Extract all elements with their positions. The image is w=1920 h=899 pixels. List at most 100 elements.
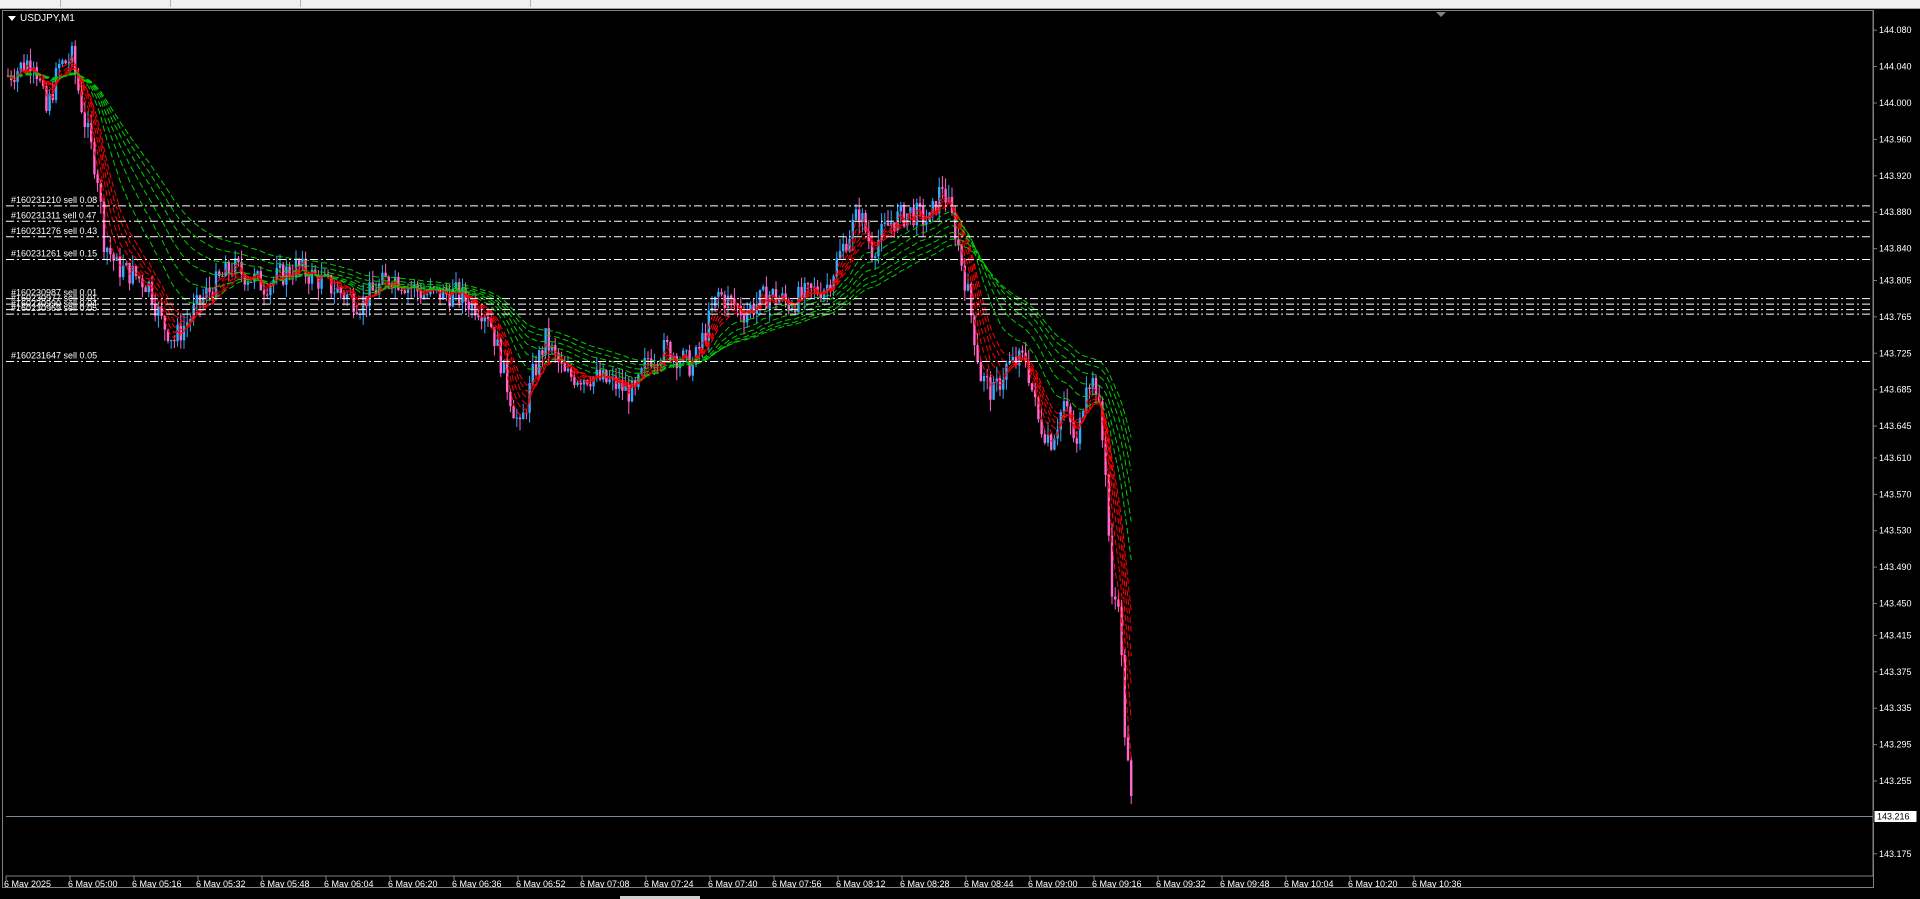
candle-body — [221, 275, 224, 277]
candle-body — [122, 265, 125, 278]
candle-body — [842, 243, 845, 252]
current-price-label: 143.216 — [1877, 811, 1910, 821]
candle-body — [83, 111, 86, 128]
candle-body — [1021, 350, 1024, 353]
order-label: #160231276 sell 0.43 — [11, 226, 97, 236]
moving-average-line — [7, 67, 1132, 632]
candle-body — [419, 291, 422, 299]
candle-body — [730, 295, 733, 299]
candle-body — [582, 380, 586, 385]
candle-body — [1043, 434, 1046, 443]
candle-body — [685, 350, 688, 352]
candle-body — [246, 282, 250, 285]
price-tick-label: 143.415 — [1879, 630, 1912, 640]
candle-body — [1110, 535, 1114, 597]
candle-body — [854, 209, 858, 220]
chart-shift-marker[interactable] — [1436, 12, 1446, 17]
candle-body — [61, 60, 64, 64]
candle-body — [576, 382, 579, 385]
candle-body — [13, 79, 16, 82]
candle-body — [1002, 379, 1005, 390]
candle-body — [480, 317, 483, 322]
candle-body — [371, 282, 374, 291]
candle-body — [256, 271, 259, 274]
candle-body — [29, 60, 32, 72]
candle-body — [422, 295, 426, 299]
price-tick-label: 143.840 — [1879, 244, 1912, 254]
candle-body — [96, 174, 99, 184]
candle-body — [262, 290, 266, 295]
price-tick-label: 143.375 — [1879, 667, 1912, 677]
price-tick-label: 143.725 — [1879, 348, 1912, 358]
candle-body — [506, 360, 509, 393]
candle-body — [874, 256, 877, 258]
candle-body — [64, 60, 67, 64]
candle-body — [38, 79, 42, 81]
candle-body — [669, 342, 672, 361]
dropdown-arrow-icon[interactable] — [8, 16, 16, 21]
candle-body — [646, 358, 650, 360]
candle-body — [989, 377, 992, 400]
price-tick-label: 143.805 — [1879, 275, 1912, 285]
candle-body — [957, 239, 960, 246]
order-label: #160231311 sell 0.47 — [11, 210, 96, 220]
candle-body — [925, 221, 928, 225]
price-tick-label: 143.175 — [1879, 849, 1912, 859]
candle-body — [384, 272, 387, 277]
candle-body — [608, 379, 611, 383]
candle-body — [173, 340, 176, 342]
order-label: #160231210 sell 0.08 — [11, 195, 97, 205]
candle-body — [701, 332, 704, 349]
candle-body — [982, 376, 986, 382]
candle-body — [899, 204, 902, 212]
order-label: #160231647 sell 0.05 — [11, 350, 97, 360]
candle-body — [48, 93, 51, 111]
candle-body — [368, 282, 371, 307]
candle-body — [944, 188, 947, 203]
price-tick-label: 143.570 — [1879, 489, 1912, 499]
chart-symbol-label: USDJPY,M1 — [20, 13, 75, 24]
candle-body — [1050, 434, 1053, 450]
candle-body — [310, 269, 314, 284]
candle-body — [573, 376, 576, 385]
order-label: #160231261 sell 0.15 — [11, 249, 97, 259]
order-label: #160230969 sell 0.05 — [11, 303, 97, 313]
bottom-strip — [0, 888, 1920, 899]
price-tick-label: 143.295 — [1879, 740, 1912, 750]
moving-average-line — [7, 53, 1132, 759]
candle-body — [720, 292, 723, 295]
moving-average-line — [7, 58, 1132, 720]
candle-body — [518, 417, 522, 420]
candle-body — [650, 358, 653, 367]
candle-body — [810, 283, 813, 289]
candle-body — [195, 295, 198, 305]
candle-body — [515, 417, 518, 419]
candle-body — [109, 247, 112, 255]
candle-body — [477, 315, 480, 318]
price-tick-label: 143.490 — [1879, 562, 1912, 572]
candle-body — [1062, 401, 1066, 413]
candle-body — [86, 122, 90, 128]
candle-body — [560, 362, 563, 364]
candle-body — [467, 301, 470, 310]
moving-average-line — [7, 62, 1132, 686]
price-tick-label: 143.960 — [1879, 134, 1912, 144]
candle-body — [534, 364, 538, 376]
price-chart[interactable]: #160231210 sell 0.08 #160231311 sell 0.47… — [0, 0, 1920, 899]
moving-average-line — [7, 71, 1132, 561]
candle-body — [1114, 596, 1117, 600]
price-tick-label: 143.880 — [1879, 207, 1912, 217]
candle-body — [208, 287, 211, 293]
candle-body — [883, 222, 886, 224]
candle-body — [282, 264, 285, 285]
candle-body — [307, 276, 310, 284]
candle-body — [771, 289, 774, 295]
price-tick-label: 144.040 — [1879, 62, 1912, 72]
price-tick-label: 143.255 — [1879, 776, 1912, 786]
candle-body — [1078, 417, 1082, 444]
candle-body — [1094, 377, 1098, 395]
candle-body — [278, 264, 282, 268]
candle-body — [333, 292, 336, 294]
candle-body — [1130, 760, 1133, 797]
candle-body — [144, 287, 147, 292]
